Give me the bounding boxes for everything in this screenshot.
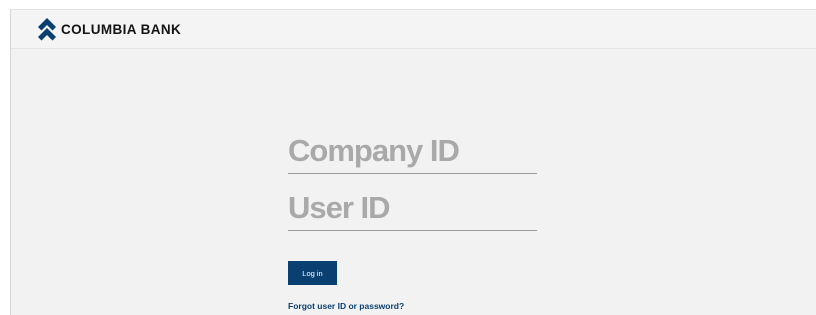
user-id-input[interactable] xyxy=(288,190,537,226)
login-button[interactable]: Log in xyxy=(288,261,337,285)
user-id-field xyxy=(288,185,537,231)
login-form: Log in Forgot user ID or password? xyxy=(288,128,538,311)
bank-logo[interactable]: COLUMBIA BANK xyxy=(37,16,181,42)
company-id-input[interactable] xyxy=(288,133,537,169)
chevron-up-double-icon xyxy=(38,18,56,41)
forgot-credentials-link[interactable]: Forgot user ID or password? xyxy=(288,301,404,311)
logo-text: COLUMBIA BANK xyxy=(61,21,182,37)
page-frame: COLUMBIA BANK Log in Forgot user ID or p… xyxy=(10,9,816,315)
company-id-field xyxy=(288,128,537,174)
site-header: COLUMBIA BANK xyxy=(11,10,816,49)
